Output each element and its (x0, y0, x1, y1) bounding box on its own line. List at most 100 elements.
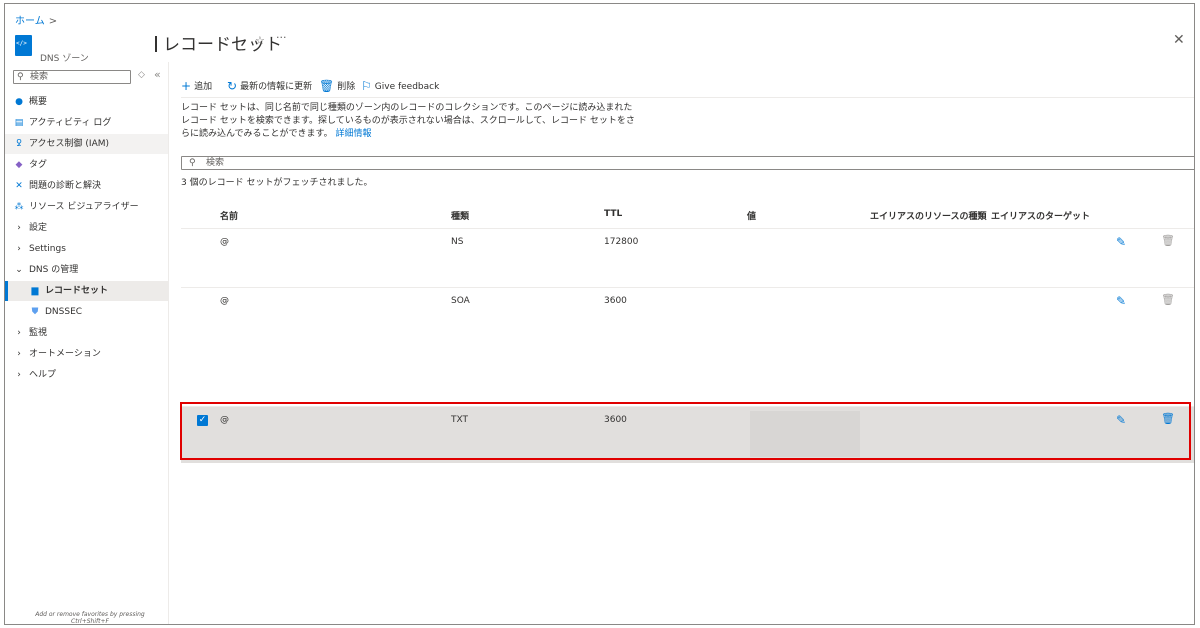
column-header-name[interactable]: 名前 (220, 209, 238, 222)
star-icon[interactable]: ☆ (255, 34, 265, 47)
sidebar-item-label: オートメーション (29, 349, 101, 359)
sidebar-item-dnssec[interactable]: ⛊ DNSSEC (5, 302, 168, 322)
sidebar-item-label: タグ (29, 160, 48, 170)
cell-ttl: 3600 (604, 296, 627, 306)
breadcrumb: ホーム > (15, 12, 57, 27)
sidebar-group-dns-management[interactable]: ⌄ DNS の管理 (5, 260, 168, 280)
sidebar-group-settings[interactable]: › Settings (5, 239, 168, 259)
chevron-right-icon: › (17, 244, 21, 254)
column-header-type[interactable]: 種類 (451, 209, 469, 222)
sidebar-search-input[interactable]: ⚲ 検索 (13, 70, 131, 84)
feedback-button[interactable]: ⚐ Give feedback (361, 78, 439, 95)
sidebar-item-label: 問題の診断と解決 (29, 181, 102, 191)
activity-log-icon: ▤ (14, 118, 24, 128)
column-header-alias-target[interactable]: エイリアスのターゲット (991, 209, 1090, 222)
title-divider (155, 36, 157, 52)
sidebar-item-recordsets[interactable]: ▆ レコードセット (5, 281, 168, 301)
sidebar-group-settings-jp[interactable]: › 設定 (5, 218, 168, 238)
sidebar-item-label: リソース ビジュアライザー (29, 202, 139, 212)
search-icon: ⚲ (17, 72, 24, 82)
highlight-annotation (180, 402, 1191, 460)
delete-icon[interactable]: 🗑 (1161, 293, 1175, 306)
sidebar-divider (168, 62, 169, 624)
feedback-icon: ⚐ (361, 79, 372, 93)
favorites-hint: Add or remove favorites by pressing Ctrl… (25, 611, 155, 625)
column-header-value[interactable]: 値 (747, 209, 756, 222)
dnssec-icon: ⛊ (31, 307, 39, 317)
resource-type-label: DNS ゾーン (40, 54, 89, 64)
page-description: レコード セットは、同じ名前で同じ種類のゾーン内のレコードのコレクションです。こ… (181, 102, 641, 141)
column-header-ttl[interactable]: TTL (604, 209, 622, 219)
record-count-text: 3 個のレコード セットがフェッチされました。 (181, 178, 373, 188)
table-row[interactable]: @ SOA 3600 ✎ 🗑 (181, 287, 1194, 404)
sidebar-item-activity-log[interactable]: ▤ アクティビティ ログ (5, 113, 168, 133)
tag-icon: ◆ (15, 160, 23, 170)
sidebar-item-diagnose[interactable]: ✕ 問題の診断と解決 (5, 176, 168, 196)
recordset-icon: ▆ (31, 286, 39, 296)
favorites-hint-line1: Add or remove favorites by pressing (35, 611, 145, 618)
sidebar-item-iam[interactable]: ꝿ アクセス制御 (IAM) (5, 134, 168, 154)
sidebar-group-monitoring[interactable]: › 監視 (5, 323, 168, 343)
overview-icon: ● (15, 97, 23, 107)
dns-zone-icon (15, 35, 32, 56)
breadcrumb-separator: > (48, 16, 58, 27)
refresh-button[interactable]: ↻ 最新の情報に更新 (227, 78, 312, 95)
refresh-button-label: 最新の情報に更新 (240, 82, 313, 92)
plus-icon: + (181, 79, 192, 93)
chevron-right-icon: › (17, 328, 21, 338)
sidebar-item-overview[interactable]: ● 概要 (5, 92, 168, 112)
cell-type: SOA (451, 296, 470, 306)
chevron-right-icon: › (17, 223, 21, 233)
sidebar-item-label: DNS の管理 (29, 265, 79, 275)
sidebar-search-placeholder: 検索 (30, 72, 49, 82)
trash-icon: 🗑 (319, 79, 335, 93)
table-row[interactable]: @ NS 172800 ✎ 🗑 (181, 228, 1194, 287)
cell-ttl: 172800 (604, 237, 639, 247)
sidebar-group-help[interactable]: › ヘルプ (5, 365, 168, 385)
close-icon[interactable]: ✕ (1173, 32, 1185, 48)
favorites-hint-line2: Ctrl+Shift+F (71, 618, 109, 625)
sidebar-item-label: レコードセット (45, 286, 109, 296)
learn-more-link[interactable]: 詳細情報 (336, 129, 372, 139)
sidebar-item-label: 設定 (29, 223, 48, 233)
delete-icon[interactable]: 🗑 (1161, 234, 1175, 247)
add-button-label: 追加 (194, 82, 213, 92)
description-text: レコード セットは、同じ名前で同じ種類のゾーン内のレコードのコレクションです。こ… (181, 103, 635, 139)
toolbar-divider (181, 97, 1194, 98)
delete-button-label: 削除 (337, 82, 356, 92)
expand-collapse-icon[interactable]: ◇ (138, 70, 145, 80)
search-icon: ⚲ (189, 158, 196, 168)
sidebar-item-label: アクセス制御 (IAM) (29, 139, 110, 149)
sidebar-item-tags[interactable]: ◆ タグ (5, 155, 168, 175)
breadcrumb-home-link[interactable]: ホーム (15, 16, 45, 27)
refresh-icon: ↻ (227, 79, 238, 93)
cell-name[interactable]: @ (220, 296, 229, 306)
sidebar-group-automation[interactable]: › オートメーション (5, 344, 168, 364)
collapse-sidebar-icon[interactable]: « (154, 68, 161, 81)
sidebar-item-label: Settings (29, 244, 66, 254)
sidebar-item-label: アクティビティ ログ (29, 118, 112, 128)
diagnose-icon: ✕ (15, 181, 23, 191)
edit-icon[interactable]: ✎ (1116, 235, 1126, 249)
filter-placeholder: 検索 (206, 158, 225, 168)
feedback-button-label: Give feedback (374, 82, 440, 92)
sidebar-item-label: 監視 (29, 328, 48, 338)
sidebar-item-label: 概要 (29, 97, 48, 107)
cell-name[interactable]: @ (220, 237, 229, 247)
column-header-alias-resource-type[interactable]: エイリアスのリソースの種類 (870, 209, 987, 222)
delete-button[interactable]: 🗑 削除 (319, 78, 355, 95)
portal-frame: ホーム> DNS ゾーン レコードセット ☆ ··· ✕ ⚲ 検索 ◇ « ● … (4, 3, 1195, 625)
iam-icon: ꝿ (16, 139, 22, 149)
add-button[interactable]: + 追加 (181, 78, 212, 95)
sidebar-item-label: ヘルプ (29, 370, 57, 380)
more-icon[interactable]: ··· (276, 31, 287, 44)
recordset-search-input[interactable]: ⚲ 検索 (181, 156, 1194, 170)
chevron-right-icon: › (17, 370, 21, 380)
sidebar-item-resource-visualizer[interactable]: ⁂ リソース ビジュアライザー (5, 197, 168, 217)
resource-visualizer-icon: ⁂ (14, 202, 24, 212)
chevron-down-icon: ⌄ (15, 265, 23, 275)
edit-icon[interactable]: ✎ (1116, 294, 1126, 308)
cell-type: NS (451, 237, 464, 247)
sidebar-item-label: DNSSEC (45, 307, 83, 317)
chevron-right-icon: › (17, 349, 21, 359)
